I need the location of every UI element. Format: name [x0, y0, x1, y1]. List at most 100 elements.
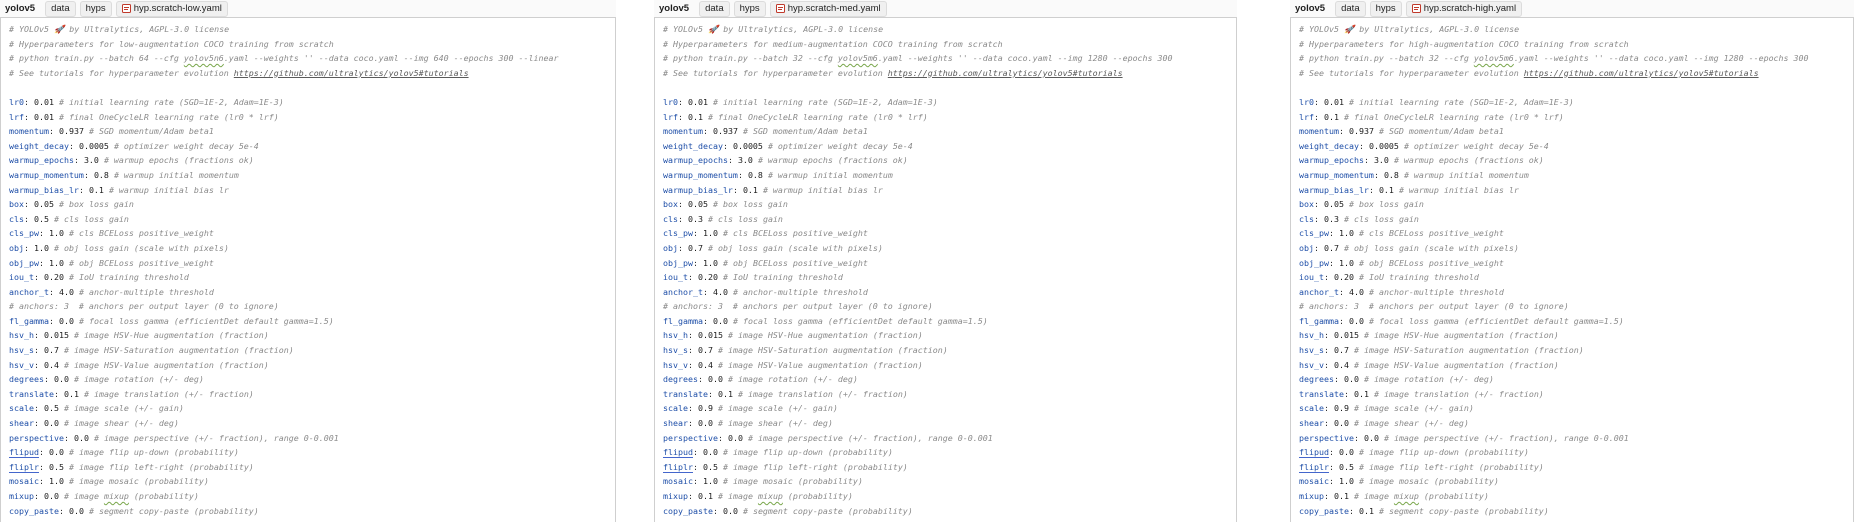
param-value[interactable]: 0.0: [713, 316, 728, 326]
code-editor[interactable]: # YOLOv5 🚀 by Ultralytics, AGPL-3.0 lice…: [1290, 17, 1854, 522]
breadcrumb-root[interactable]: yolov5: [1292, 1, 1331, 17]
param-key[interactable]: lrf: [1299, 112, 1314, 122]
param-value[interactable]: 0.1: [743, 185, 758, 195]
param-key[interactable]: flipud: [1299, 447, 1329, 457]
param-value[interactable]: 0.1: [688, 112, 703, 122]
param-value[interactable]: 3.0: [1374, 155, 1389, 165]
param-value[interactable]: 0.20: [44, 272, 64, 282]
param-value[interactable]: 0.3: [688, 214, 703, 224]
param-key[interactable]: flipud: [663, 447, 693, 457]
breadcrumb-file[interactable]: hyp.scratch-med.yaml: [769, 0, 887, 17]
param-value[interactable]: 4.0: [1349, 287, 1364, 297]
param-value[interactable]: 0.0: [49, 447, 64, 457]
param-key[interactable]: hsv_v: [9, 360, 34, 370]
param-value[interactable]: 0.01: [34, 112, 54, 122]
param-key[interactable]: hsv_s: [9, 345, 34, 355]
param-key[interactable]: mixup: [9, 491, 34, 501]
param-value[interactable]: 0.015: [1334, 330, 1359, 340]
param-value[interactable]: 1.0: [703, 228, 718, 238]
param-key[interactable]: lrf: [9, 112, 24, 122]
param-key[interactable]: iou_t: [663, 272, 688, 282]
param-value[interactable]: 0.1: [89, 185, 104, 195]
param-key[interactable]: cls_pw: [663, 228, 693, 238]
param-value[interactable]: 0.015: [698, 330, 723, 340]
param-key[interactable]: obj_pw: [663, 258, 693, 268]
param-key[interactable]: hsv_s: [663, 345, 688, 355]
param-value[interactable]: 0.0: [44, 491, 59, 501]
param-key[interactable]: mosaic: [1299, 476, 1329, 486]
breadcrumb-file[interactable]: hyp.scratch-high.yaml: [1405, 0, 1523, 17]
param-key[interactable]: warmup_epochs: [9, 155, 74, 165]
param-value[interactable]: 0.20: [698, 272, 718, 282]
param-key[interactable]: obj_pw: [9, 258, 39, 268]
param-value[interactable]: 0.7: [688, 243, 703, 253]
param-value[interactable]: 0.937: [713, 126, 738, 136]
param-value[interactable]: 0.7: [698, 345, 713, 355]
param-value[interactable]: 0.5: [703, 462, 718, 472]
param-value[interactable]: 0.1: [1354, 389, 1369, 399]
param-key[interactable]: fl_gamma: [1299, 316, 1339, 326]
param-value[interactable]: 0.0: [54, 374, 69, 384]
param-value[interactable]: 0.05: [688, 199, 708, 209]
param-key[interactable]: mixup: [663, 491, 688, 501]
param-value[interactable]: 0.0: [1339, 447, 1354, 457]
param-value[interactable]: 1.0: [1339, 228, 1354, 238]
param-key[interactable]: lr0: [9, 97, 24, 107]
param-value[interactable]: 1.0: [703, 476, 718, 486]
param-key[interactable]: translate: [663, 389, 708, 399]
breadcrumb-folder[interactable]: hyps: [733, 0, 766, 17]
param-key[interactable]: momentum: [9, 126, 49, 136]
breadcrumb-file[interactable]: hyp.scratch-low.yaml: [115, 0, 228, 17]
param-value[interactable]: 0.1: [1379, 185, 1394, 195]
param-value[interactable]: 0.4: [44, 360, 59, 370]
code-editor[interactable]: # YOLOv5 🚀 by Ultralytics, AGPL-3.0 lice…: [0, 17, 616, 522]
breadcrumb-folder[interactable]: hyps: [1369, 0, 1402, 17]
param-value[interactable]: 0.05: [34, 199, 54, 209]
param-value[interactable]: 0.0: [703, 447, 718, 457]
param-key[interactable]: translate: [1299, 389, 1344, 399]
param-value[interactable]: 0.8: [748, 170, 763, 180]
param-value[interactable]: 0.1: [698, 491, 713, 501]
param-key[interactable]: warmup_epochs: [663, 155, 728, 165]
param-value[interactable]: 0.8: [94, 170, 109, 180]
breadcrumb-root[interactable]: yolov5: [2, 1, 41, 17]
param-value[interactable]: 1.0: [1339, 476, 1354, 486]
breadcrumb-folder[interactable]: hyps: [79, 0, 112, 17]
param-key[interactable]: warmup_epochs: [1299, 155, 1364, 165]
param-key[interactable]: momentum: [1299, 126, 1339, 136]
param-value[interactable]: 4.0: [713, 287, 728, 297]
param-key[interactable]: cls: [1299, 214, 1314, 224]
param-value[interactable]: 0.3: [1324, 214, 1339, 224]
param-key[interactable]: cls: [663, 214, 678, 224]
param-value[interactable]: 0.5: [44, 403, 59, 413]
param-value[interactable]: 0.5: [1339, 462, 1354, 472]
param-value[interactable]: 0.4: [1334, 360, 1349, 370]
param-key[interactable]: scale: [1299, 403, 1324, 413]
param-value[interactable]: 1.0: [49, 228, 64, 238]
param-value[interactable]: 0.937: [59, 126, 84, 136]
param-value[interactable]: 0.0: [74, 433, 89, 443]
param-key[interactable]: hsv_s: [1299, 345, 1324, 355]
breadcrumb-folder[interactable]: data: [1335, 0, 1366, 17]
param-value[interactable]: 3.0: [84, 155, 99, 165]
param-value[interactable]: 0.0: [1344, 374, 1359, 384]
param-key[interactable]: box: [1299, 199, 1314, 209]
param-key[interactable]: weight_decay: [1299, 141, 1359, 151]
param-value[interactable]: 0.0: [59, 316, 74, 326]
param-value[interactable]: 0.0: [1334, 418, 1349, 428]
param-value[interactable]: 0.4: [698, 360, 713, 370]
param-key[interactable]: warmup_momentum: [9, 170, 84, 180]
param-value[interactable]: 0.5: [49, 462, 64, 472]
param-value[interactable]: 0.7: [1334, 345, 1349, 355]
param-key[interactable]: obj: [663, 243, 678, 253]
param-value[interactable]: 0.0: [698, 418, 713, 428]
param-value[interactable]: 0.1: [1359, 506, 1374, 516]
param-value[interactable]: 0.9: [698, 403, 713, 413]
param-value[interactable]: 0.0005: [733, 141, 763, 151]
param-value[interactable]: 0.1: [718, 389, 733, 399]
param-key[interactable]: cls: [9, 214, 24, 224]
param-key[interactable]: warmup_momentum: [663, 170, 738, 180]
param-value[interactable]: 0.01: [34, 97, 54, 107]
param-key[interactable]: lr0: [1299, 97, 1314, 107]
param-key[interactable]: perspective: [663, 433, 718, 443]
